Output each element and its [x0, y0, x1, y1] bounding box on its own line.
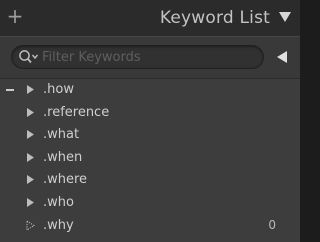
keyword-row-how[interactable]: .how — [0, 79, 300, 101]
keyword-count: 0 — [268, 217, 276, 232]
disclosure-triangle-icon[interactable] — [26, 197, 35, 208]
panel-header[interactable]: + Keyword List — [0, 0, 300, 36]
keyword-row-what[interactable]: .what — [0, 124, 300, 146]
filter-search-box — [11, 45, 264, 69]
keyword-list: .how .reference .what .when .where .who … — [0, 79, 300, 242]
keyword-list-panel: + Keyword List .how — [0, 0, 300, 242]
keyword-row-when[interactable]: .when — [0, 147, 300, 169]
keyword-label: .when — [43, 149, 83, 165]
disclosure-triangle-icon[interactable] — [26, 107, 35, 118]
collapse-panel-icon[interactable] — [278, 10, 292, 24]
keyword-row-where[interactable]: .where — [0, 169, 300, 191]
filter-bar — [0, 36, 300, 78]
keyword-label: .who — [43, 194, 74, 210]
keyword-label: .reference — [43, 104, 110, 120]
disclosure-triangle-icon[interactable] — [26, 174, 35, 185]
keyword-label: .where — [43, 172, 88, 188]
panel-title[interactable]: Keyword List — [160, 8, 270, 28]
disclosure-triangle-icon[interactable] — [26, 84, 35, 95]
keyword-label: .how — [43, 82, 74, 97]
keyword-row-reference[interactable]: .reference — [0, 102, 300, 124]
keyword-label: .why — [43, 217, 74, 233]
triangle-left-icon[interactable] — [276, 50, 288, 64]
add-keyword-button[interactable]: + — [6, 6, 24, 26]
keyword-label: .what — [43, 127, 80, 143]
search-icon[interactable] — [18, 49, 40, 65]
keyword-row-why[interactable]: .why 0 — [0, 215, 300, 237]
keyword-row-who[interactable]: .who — [0, 192, 300, 214]
disclosure-triangle-icon[interactable] — [26, 129, 35, 140]
filter-keywords-input[interactable] — [42, 48, 257, 66]
dotted-disclosure-triangle-icon[interactable] — [26, 219, 35, 231]
disclosure-triangle-icon[interactable] — [26, 152, 35, 163]
minus-icon[interactable] — [6, 89, 14, 91]
